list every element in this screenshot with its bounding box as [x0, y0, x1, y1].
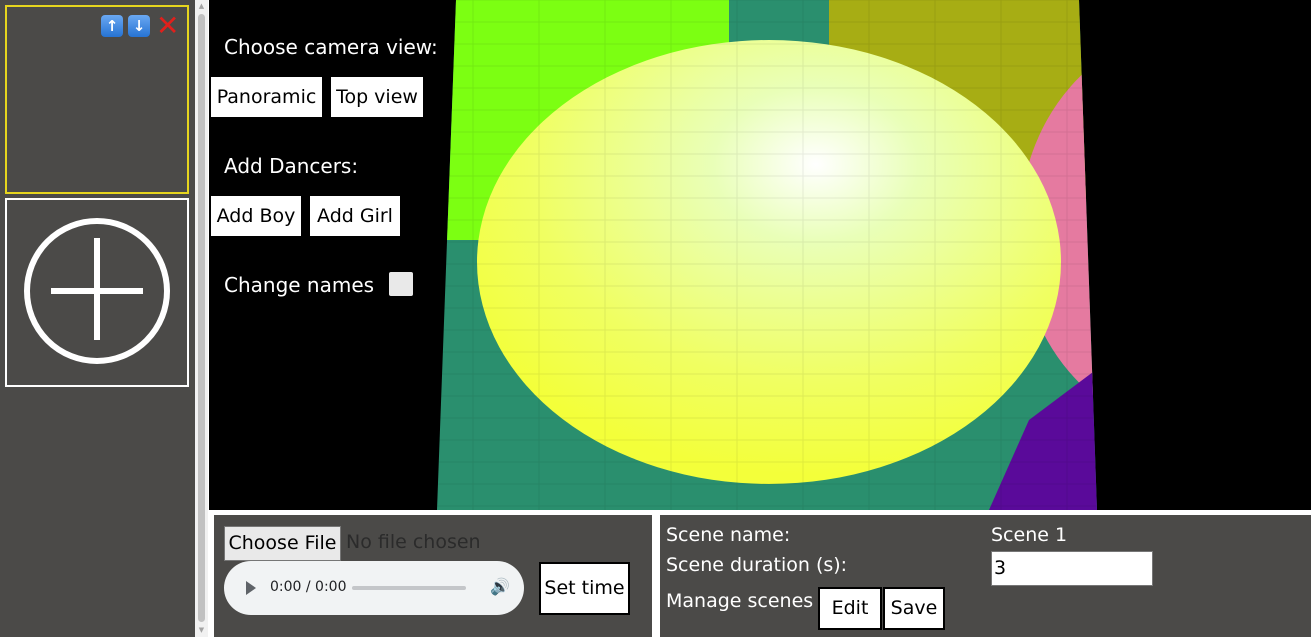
music-panel: Choose File No file chosen 0:00 / 0:00 🔊… [214, 515, 652, 637]
scroll-down-arrow-icon[interactable]: ▼ [195, 624, 208, 637]
add-scene-button[interactable] [5, 198, 189, 387]
audio-seek-slider[interactable] [352, 586, 466, 590]
scene-duration-label: Scene duration (s): [666, 554, 848, 576]
camera-view-label: Choose camera view: [224, 35, 438, 59]
add-dancers-label: Add Dancers: [224, 154, 359, 178]
add-boy-button[interactable]: Add Boy [211, 196, 301, 236]
stage-viewport[interactable]: Choose camera view: Panoramic Top view A… [209, 0, 1311, 510]
scene-panel: Scene name: Scene 1 Scene duration (s): … [660, 515, 1311, 637]
save-button[interactable]: Save [883, 587, 945, 630]
sidebar-scrollbar[interactable]: ▲ ▼ [195, 0, 208, 637]
manage-scenes-label: Manage scenes : [666, 590, 826, 612]
plus-circle-icon [24, 218, 170, 364]
close-icon[interactable]: ✕ [156, 12, 179, 40]
scene-name-label: Scene name: [666, 524, 791, 546]
scene-sidebar: ↑ ↓ ✕ [0, 0, 195, 637]
add-girl-button[interactable]: Add Girl [310, 196, 400, 236]
set-time-button[interactable]: Set time [539, 562, 630, 615]
top-view-button[interactable]: Top view [331, 77, 423, 117]
panoramic-button[interactable]: Panoramic [211, 77, 322, 117]
edit-button[interactable]: Edit [818, 587, 882, 630]
app: ↑ ↓ ✕ ▲ ▼ Choose camera view: Panoramic … [0, 0, 1311, 637]
audio-player: 0:00 / 0:00 🔊 [224, 561, 524, 615]
scene-duration-input[interactable]: 3 [991, 551, 1153, 586]
arrow-down-icon[interactable]: ↓ [128, 15, 150, 37]
change-names-label: Change names [224, 273, 375, 297]
change-names-checkbox[interactable] [389, 272, 413, 296]
volume-icon[interactable]: 🔊 [490, 577, 510, 596]
choose-file-button[interactable]: Choose File [224, 526, 341, 561]
arrow-up-icon[interactable]: ↑ [101, 15, 123, 37]
file-status-text: No file chosen [346, 531, 481, 553]
audio-time: 0:00 / 0:00 [270, 579, 347, 595]
play-icon[interactable] [246, 581, 256, 595]
scene-name-value: Scene 1 [991, 524, 1068, 546]
scrollbar-thumb[interactable] [198, 14, 205, 622]
scroll-up-arrow-icon[interactable]: ▲ [195, 0, 208, 13]
scene-thumbnail-selected[interactable]: ↑ ↓ ✕ [5, 5, 189, 194]
